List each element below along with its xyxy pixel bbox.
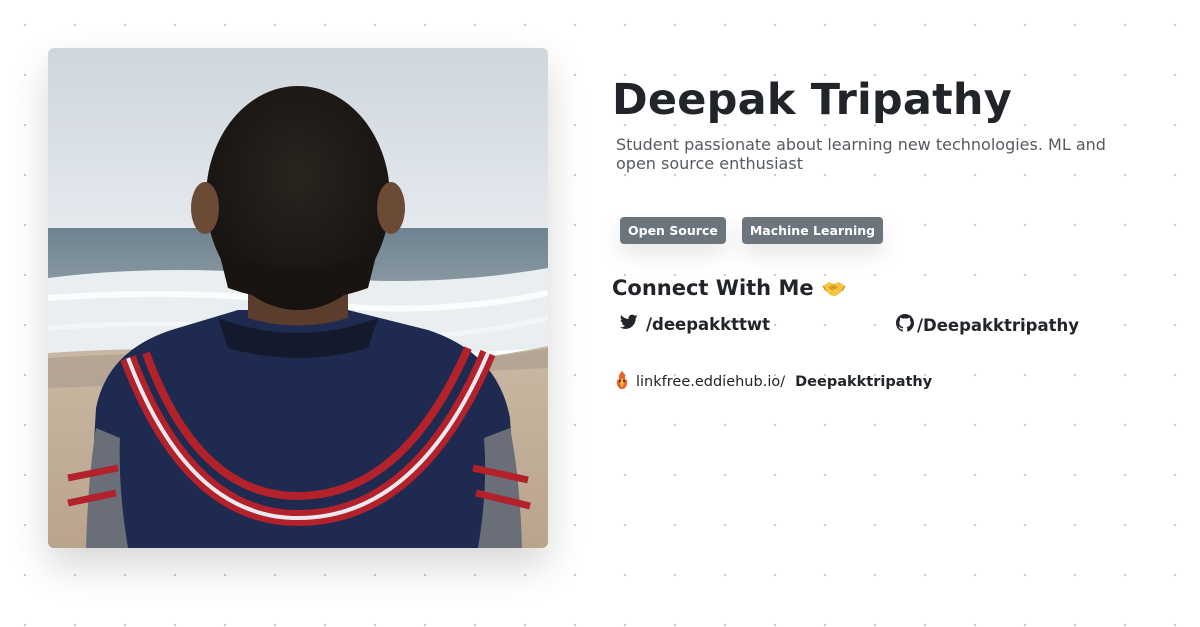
linkfree-username: Deepakktripathy: [795, 374, 933, 390]
linkfree-link[interactable]: linkfree.eddiehub.io/ Deepakktripathy: [614, 370, 1152, 394]
github-handle: /Deepakktripathy: [917, 315, 1080, 335]
tag-list: Open Source Machine Learning: [620, 217, 1152, 244]
github-link[interactable]: /Deepakktripathy: [896, 314, 1079, 336]
linkfree-logo-icon: [614, 370, 630, 394]
twitter-icon: [619, 314, 638, 334]
tag-machine-learning[interactable]: Machine Learning: [741, 217, 884, 244]
twitter-handle: /deepakkttwt: [646, 314, 771, 334]
social-links: /deepakkttwt /Deepakktripathy: [612, 314, 1152, 344]
tag-open-source[interactable]: Open Source: [620, 217, 726, 244]
profile-bio: Student passionate about learning new te…: [616, 135, 1106, 173]
profile-name: Deepak Tripathy: [612, 75, 1012, 125]
connect-title: Connect With Me: [612, 276, 814, 300]
profile-photo-image: [48, 48, 548, 548]
linkfree-prefix: linkfree.eddiehub.io/: [636, 374, 786, 390]
connect-heading: Connect With Me: [612, 276, 1152, 300]
profile-photo: [48, 48, 548, 548]
github-icon: [896, 314, 914, 336]
profile-info: Deepak Tripathy Student passionate about…: [612, 72, 1152, 394]
handshake-icon: [822, 278, 846, 298]
twitter-link[interactable]: /deepakkttwt: [619, 314, 771, 334]
